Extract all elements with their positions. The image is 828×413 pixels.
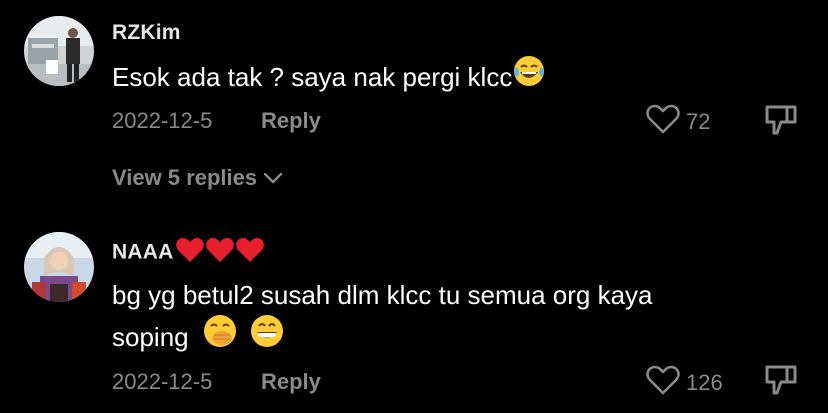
username-emoji [175,236,265,270]
like-button[interactable]: 126 [646,365,723,400]
view-replies-button[interactable]: View 5 replies [112,165,283,191]
avatar[interactable] [24,16,94,86]
joy-emoji [512,56,546,100]
thumbs-down-icon[interactable] [764,365,798,400]
comment-2: NAAA bg yg betul2 susah dlm klcc tu semu… [0,210,828,413]
like-count: 72 [686,108,711,134]
comment-text-content: Esok ada tak ? saya nak pergi klcc [112,62,513,92]
like-count: 126 [686,369,723,395]
comment-text-line: soping [112,315,802,361]
reply-button[interactable]: Reply [261,369,321,395]
dislike-button[interactable] [764,104,798,141]
thumbs-down-icon[interactable] [764,105,798,140]
dislike-button[interactable] [764,364,798,401]
comment-text: Esok ada tak ? saya nak pergi klcc [112,56,802,100]
hand-over-mouth-emoji [202,315,238,361]
comment-text-content: soping [112,322,189,352]
avatar[interactable] [24,232,94,302]
comment-date: 2022-12-5 [112,369,213,394]
like-button[interactable]: 72 [646,104,710,139]
view-replies-label: View 5 replies [112,165,258,190]
red-heart-emoji [205,236,235,270]
comment-text: bg yg betul2 susah dlm klcc tu semua org… [112,274,802,361]
comment-1: RZKim Esok ada tak ? saya nak pergi klcc… [0,0,828,210]
reply-button[interactable]: Reply [261,108,321,134]
username-text: NAAA [112,240,174,264]
comment-date: 2022-12-5 [112,108,213,133]
chevron-down-icon [263,165,283,191]
heart-icon[interactable] [646,104,680,139]
heart-icon[interactable] [646,365,680,400]
username[interactable]: NAAA [112,236,265,270]
username[interactable]: RZKim [112,21,181,45]
comment-text-line: bg yg betul2 susah dlm klcc tu semua org… [112,280,653,310]
grinning-emoji [249,315,285,361]
red-heart-emoji [175,236,205,270]
red-heart-emoji [235,236,265,270]
